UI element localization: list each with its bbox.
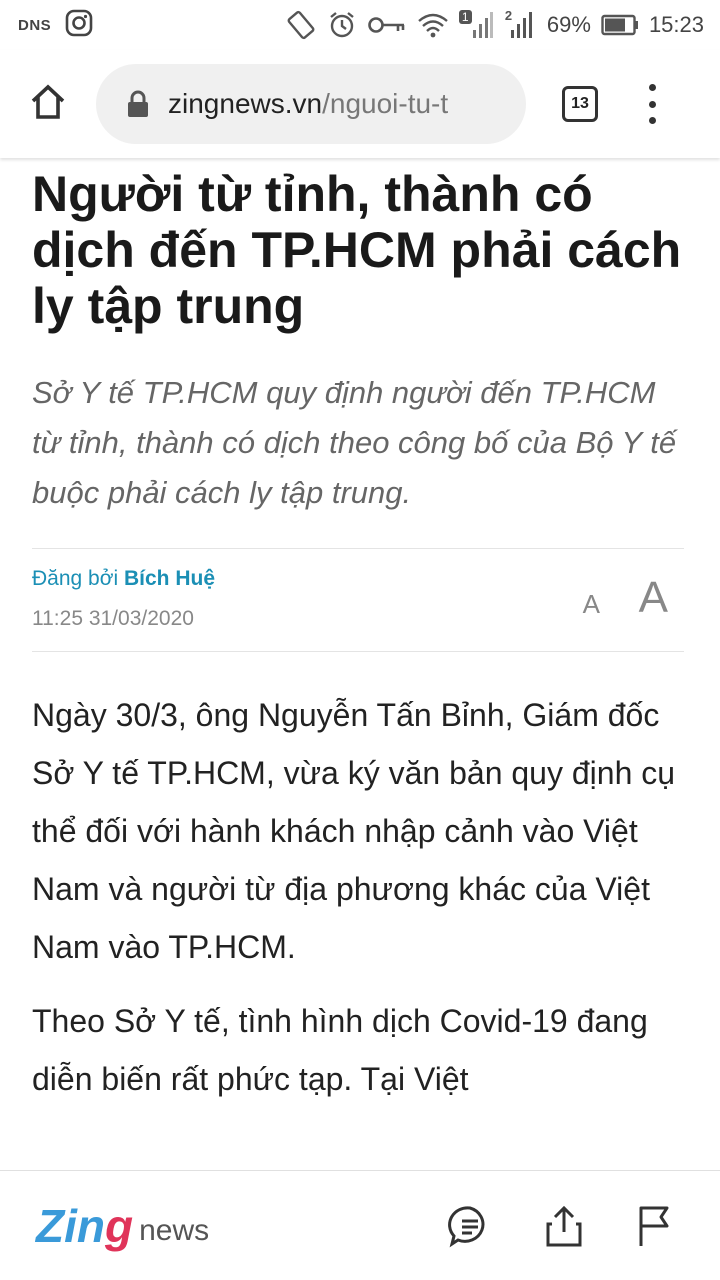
article-paragraph: Ngày 30/3, ông Nguyễn Tấn Bỉnh, Giám đốc…: [32, 697, 676, 965]
posted-by-label: Đăng bởi: [32, 567, 119, 590]
browser-toolbar: zingnews.vn/nguoi-tu-t 13: [0, 50, 720, 158]
status-bar: DNS 1 2 69% 15:23: [0, 0, 720, 50]
clock: 15:23: [648, 12, 704, 37]
screen-rotation-icon: [285, 9, 317, 41]
menu-dot: [648, 84, 656, 91]
byline: Đăng bởi Bích Huệ: [32, 567, 215, 591]
url-path: /nguoi-tu-t: [322, 88, 449, 119]
decrease-font-button[interactable]: A: [583, 589, 600, 620]
author-link[interactable]: Bích Huệ: [124, 567, 215, 590]
sim1-signal-icon: 1: [458, 10, 493, 40]
bottom-bar: Zing news: [0, 1170, 720, 1280]
menu-dot: [648, 117, 656, 124]
home-button[interactable]: [22, 78, 74, 130]
home-icon: [28, 82, 68, 127]
article-paragraph: Theo Sở Y tế, tình hình dịch Covid-19 đa…: [32, 1003, 648, 1097]
zingnews-logo[interactable]: Zing news: [36, 1203, 209, 1249]
publish-datetime: 11:25 31/03/2020: [32, 607, 194, 630]
wifi-icon: [417, 11, 449, 39]
instagram-icon: [65, 9, 93, 42]
overflow-menu-button[interactable]: [642, 84, 662, 124]
menu-dot: [648, 100, 656, 108]
lock-icon: [126, 90, 150, 118]
url-text: zingnews.vn/nguoi-tu-t: [168, 88, 448, 120]
vpn-key-icon: [367, 13, 407, 37]
sim2-signal-icon: 2: [503, 8, 537, 40]
article-summary: Sở Y tế TP.HCM quy định người đến TP.HCM…: [32, 375, 677, 510]
report-flag-icon[interactable]: [636, 1204, 672, 1248]
article-meta: Đăng bởi Bích Huệ 11:25 31/03/2020 A A: [32, 548, 684, 652]
tab-count: 13: [571, 95, 589, 112]
comment-icon[interactable]: [448, 1204, 492, 1248]
url-domain: zingnews.vn: [168, 88, 323, 119]
logo-zing-part2: g: [104, 1199, 134, 1252]
address-bar[interactable]: zingnews.vn/nguoi-tu-t: [96, 64, 526, 144]
logo-zing: Zing: [36, 1203, 133, 1249]
logo-news: news: [139, 1213, 210, 1247]
share-icon[interactable]: [544, 1204, 584, 1248]
battery-icon: [601, 14, 639, 36]
logo-zing-part1: Zin: [36, 1199, 105, 1252]
article-title: Người từ tỉnh, thành có dịch đến TP.HCM …: [32, 166, 682, 334]
article: Người từ tỉnh, thành có dịch đến TP.HCM …: [0, 160, 720, 1170]
alarm-icon: [327, 10, 357, 40]
increase-font-button[interactable]: A: [639, 573, 668, 623]
dns-indicator: DNS: [18, 16, 52, 34]
tab-switcher-button[interactable]: 13: [562, 86, 598, 122]
battery-percent: 69%: [546, 12, 591, 37]
